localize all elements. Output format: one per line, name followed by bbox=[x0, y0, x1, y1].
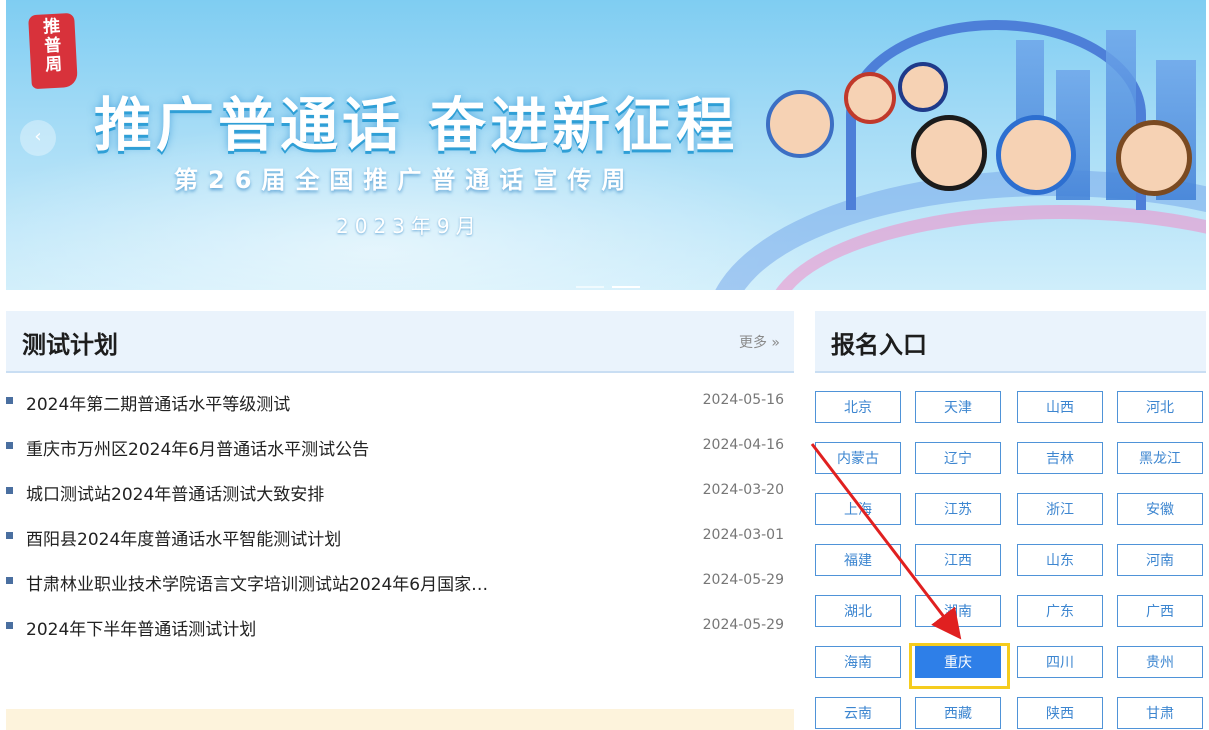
cartoon-kid-illustration bbox=[1116, 120, 1192, 196]
province-button[interactable]: 湖南 bbox=[915, 595, 1001, 627]
cartoon-kid-illustration bbox=[766, 90, 834, 158]
province-button[interactable]: 天津 bbox=[915, 391, 1001, 423]
province-button[interactable]: 山西 bbox=[1017, 391, 1103, 423]
bullet-icon bbox=[6, 487, 13, 494]
province-button[interactable]: 广东 bbox=[1017, 595, 1103, 627]
province-button[interactable]: 江西 bbox=[915, 544, 1001, 576]
province-button[interactable]: 山东 bbox=[1017, 544, 1103, 576]
plan-item-date: 2024-04-16 bbox=[702, 437, 784, 453]
province-button[interactable]: 河南 bbox=[1117, 544, 1203, 576]
province-button[interactable]: 云南 bbox=[815, 697, 901, 729]
campaign-seal-logo: 推普周 bbox=[28, 12, 78, 90]
cartoon-kid-illustration bbox=[844, 72, 896, 124]
plan-item-date: 2024-03-01 bbox=[702, 527, 784, 543]
province-button[interactable]: 福建 bbox=[815, 544, 901, 576]
bullet-icon bbox=[6, 622, 13, 629]
province-grid: 北京 天津 山西 河北内蒙古 辽宁 吉林 黑龙江上海 江苏 浙江 安徽福建 江西 山东 河南湖北 湖南 广东… bbox=[815, 391, 1206, 730]
province-button[interactable]: 浙江 bbox=[1017, 493, 1103, 525]
province-button[interactable]: 安徽 bbox=[1117, 493, 1203, 525]
more-link[interactable]: 更多 » bbox=[739, 332, 780, 352]
plan-item-date: 2024-03-20 bbox=[702, 482, 784, 498]
plan-list-item[interactable]: 城口测试站2024年普通话测试大致安排 2024-03-20 bbox=[6, 480, 786, 525]
banner-pagination bbox=[576, 273, 648, 290]
province-button[interactable]: 内蒙古 bbox=[815, 442, 901, 474]
plan-item-title[interactable]: 甘肃林业职业技术学院语言文字培训测试站2024年6月国家… bbox=[26, 570, 488, 595]
plan-list-item[interactable]: 酉阳县2024年度普通话水平智能测试计划 2024-03-01 bbox=[6, 525, 786, 570]
test-plan-list: 2024年第二期普通话水平等级测试 2024-05-16 重庆市万州区2024年6月… bbox=[6, 390, 786, 660]
plan-item-date: 2024-05-29 bbox=[702, 617, 784, 633]
banner-prev-button[interactable]: ‹ bbox=[20, 120, 56, 156]
plan-item-date: 2024-05-29 bbox=[702, 572, 784, 588]
bullet-icon bbox=[6, 442, 13, 449]
province-button[interactable]: 四川 bbox=[1017, 646, 1103, 678]
cartoon-kid-illustration bbox=[996, 115, 1076, 195]
province-button[interactable]: 河北 bbox=[1117, 391, 1203, 423]
province-button[interactable]: 西藏 bbox=[915, 697, 1001, 729]
banner-date: 2023年9月 bbox=[336, 214, 482, 238]
province-button[interactable]: 北京 bbox=[815, 391, 901, 423]
province-button[interactable]: 广西 bbox=[1117, 595, 1203, 627]
province-button[interactable]: 陕西 bbox=[1017, 697, 1103, 729]
province-button[interactable]: 辽宁 bbox=[915, 442, 1001, 474]
plan-item-title[interactable]: 重庆市万州区2024年6月普通话水平测试公告 bbox=[26, 435, 369, 460]
banner-dot[interactable] bbox=[576, 286, 604, 288]
plan-item-title[interactable]: 酉阳县2024年度普通话水平智能测试计划 bbox=[26, 525, 341, 550]
province-button[interactable]: 吉林 bbox=[1017, 442, 1103, 474]
banner-subtitle: 第26届全国推广普通话宣传周 bbox=[174, 166, 636, 194]
province-button[interactable]: 海南 bbox=[815, 646, 901, 678]
province-button[interactable]: 江苏 bbox=[915, 493, 1001, 525]
bullet-icon bbox=[6, 397, 13, 404]
province-button[interactable]: 甘肃 bbox=[1117, 697, 1203, 729]
test-plan-header: 测试计划 更多 » bbox=[6, 311, 794, 373]
test-plan-title: 测试计划 bbox=[22, 331, 118, 359]
plan-item-title[interactable]: 2024年下半年普通话测试计划 bbox=[26, 615, 256, 640]
banner-dot-active[interactable] bbox=[612, 286, 640, 288]
bullet-icon bbox=[6, 577, 13, 584]
province-button[interactable]: 黑龙江 bbox=[1117, 442, 1203, 474]
plan-item-date: 2024-05-16 bbox=[702, 392, 784, 408]
plan-list-item[interactable]: 重庆市万州区2024年6月普通话水平测试公告 2024-04-16 bbox=[6, 435, 786, 480]
banner-title: 推广普通话 奋进新征程 bbox=[94, 91, 739, 159]
province-button[interactable]: 重庆 bbox=[915, 646, 1001, 678]
province-button[interactable]: 上海 bbox=[815, 493, 901, 525]
registration-header: 报名入口 bbox=[815, 311, 1206, 373]
plan-item-title[interactable]: 2024年第二期普通话水平等级测试 bbox=[26, 390, 290, 415]
plan-footer-bar bbox=[6, 709, 794, 730]
province-button[interactable]: 湖北 bbox=[815, 595, 901, 627]
registration-title: 报名入口 bbox=[831, 331, 927, 359]
plan-list-item[interactable]: 2024年下半年普通话测试计划 2024-05-29 bbox=[6, 615, 786, 660]
plan-list-item[interactable]: 2024年第二期普通话水平等级测试 2024-05-16 bbox=[6, 390, 786, 435]
promo-banner[interactable]: 推普周 ‹ 推广普通话 奋进新征程 第26届全国推广普通话宣传周 2023年9月 bbox=[6, 0, 1206, 290]
bridge-arch-decoration bbox=[846, 20, 1146, 210]
bullet-icon bbox=[6, 532, 13, 539]
plan-item-title[interactable]: 城口测试站2024年普通话测试大致安排 bbox=[26, 480, 324, 505]
cartoon-kid-illustration bbox=[898, 62, 948, 112]
cartoon-kid-illustration bbox=[911, 115, 987, 191]
province-button[interactable]: 贵州 bbox=[1117, 646, 1203, 678]
plan-list-item[interactable]: 甘肃林业职业技术学院语言文字培训测试站2024年6月国家… 2024-05-29 bbox=[6, 570, 786, 615]
